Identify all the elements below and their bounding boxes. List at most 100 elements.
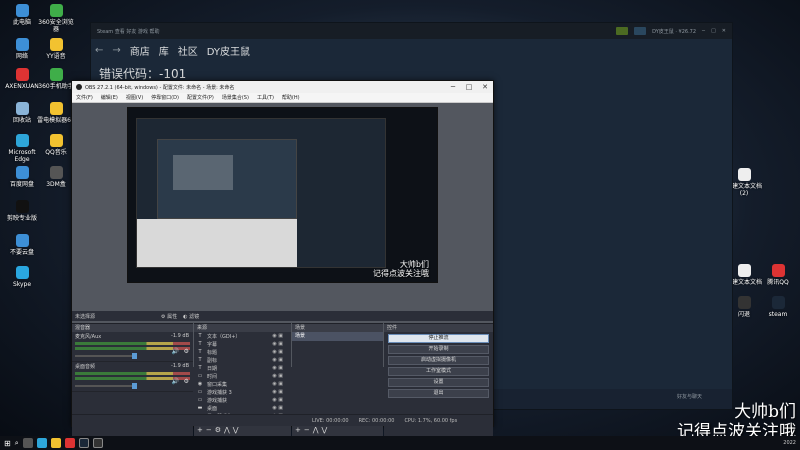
source-item[interactable]: T 字幕 ◉ ▣	[194, 340, 291, 348]
move-up-icon[interactable]: ⋀	[224, 426, 230, 434]
source-item[interactable]: T 副标 ◉ ▣	[194, 356, 291, 364]
source-name: 游戏捕获 3	[207, 389, 232, 396]
speaker-icon[interactable]: 🔊	[172, 378, 179, 385]
desktop-icon[interactable]: 雷电模拟器64	[36, 102, 76, 124]
source-item[interactable]: ▬ 桌面 ◉ ▣	[194, 404, 291, 412]
source-item[interactable]: ◉ 窗口采集 ◉ ▣	[194, 380, 291, 388]
preview-overlay-line2: 记得点波关注哦	[373, 269, 429, 278]
source-item[interactable]: ▭ 游戏捕获 3 ◉ ▣	[194, 388, 291, 396]
menu-help[interactable]: 帮助(H)	[282, 94, 300, 101]
source-item[interactable]: T 文本（GDI+） ◉ ▣	[194, 332, 291, 340]
desktop-icon[interactable]: steam	[758, 296, 798, 318]
settings-button[interactable]: 设置	[388, 378, 489, 387]
visibility-lock-icons[interactable]: ◉ ▣	[272, 365, 283, 371]
source-item[interactable]: ▭ 时间 ◉ ▣	[194, 372, 291, 380]
remove-icon[interactable]: −	[304, 426, 310, 434]
visibility-lock-icons[interactable]: ◉ ▣	[272, 373, 283, 379]
desktop-icon[interactable]: 360安全浏览器	[36, 4, 76, 33]
minimize-icon[interactable]: ─	[702, 28, 705, 34]
source-name: 日期	[207, 365, 218, 372]
scene-item[interactable]: 场景	[292, 332, 383, 341]
volume-meter	[75, 372, 190, 375]
nav-library[interactable]: 库	[159, 43, 169, 58]
maximize-icon[interactable]: □	[711, 28, 716, 34]
move-down-icon[interactable]: ⋁	[322, 426, 328, 434]
source-type-icon: T	[198, 357, 202, 363]
gear-icon[interactable]: ⚙	[184, 348, 189, 355]
source-item[interactable]: T 日期 ◉ ▣	[194, 364, 291, 372]
visibility-lock-icons[interactable]: ◉ ▣	[272, 389, 283, 395]
steam-friends-button[interactable]	[634, 27, 647, 35]
visibility-lock-icons[interactable]: ◉ ▣	[272, 349, 283, 355]
exit-button[interactable]: 退出	[388, 389, 489, 398]
menu-tools[interactable]: 工具(T)	[257, 94, 274, 101]
gear-icon[interactable]: ⚙	[215, 426, 221, 434]
app-icon	[49, 38, 63, 51]
speaker-icon[interactable]: 🔊	[172, 348, 179, 355]
forward-arrow-icon[interactable]: →	[112, 45, 120, 56]
source-item[interactable]: T 标题 ◉ ▣	[194, 348, 291, 356]
volume-slider[interactable]	[75, 353, 137, 359]
menu-file[interactable]: 文件(F)	[76, 94, 93, 101]
nav-community[interactable]: 社区	[178, 43, 198, 58]
close-icon[interactable]: ✕	[477, 83, 493, 91]
desktop-icon[interactable]: 剪映专业版	[2, 200, 42, 222]
steam-taskbar-icon[interactable]	[78, 438, 89, 448]
source-name: 游戏捕获	[207, 397, 228, 404]
desktop-icon[interactable]: 腾讯QQ	[758, 264, 798, 286]
properties-button[interactable]: ⚙ 属性	[161, 313, 177, 320]
start-recording-button[interactable]: 开始录制	[388, 345, 489, 354]
source-item[interactable]: ▭ 游戏捕获 ◉ ▣	[194, 396, 291, 404]
desktop-icon[interactable]: QQ音乐	[36, 134, 76, 156]
studio-mode-button[interactable]: 工作室模式	[388, 367, 489, 376]
stop-streaming-button[interactable]: 停止推流	[388, 334, 489, 343]
tray-clock[interactable]: 2022	[783, 440, 800, 446]
add-icon[interactable]: +	[197, 426, 203, 434]
search-icon[interactable]: ⌕	[15, 439, 19, 448]
explorer-taskbar-icon[interactable]	[50, 438, 61, 448]
back-arrow-icon[interactable]: ←	[95, 45, 103, 56]
visibility-lock-icons[interactable]: ◉ ▣	[272, 333, 283, 339]
maximize-icon[interactable]: □	[461, 83, 477, 91]
menu-profile[interactable]: 配置文件(P)	[187, 94, 214, 101]
menu-edit[interactable]: 编辑(E)	[101, 94, 118, 101]
minimize-icon[interactable]: ─	[445, 83, 461, 91]
visibility-lock-icons[interactable]: ◉ ▣	[272, 341, 283, 347]
steam-notification-button[interactable]	[616, 27, 629, 35]
start-windows-icon[interactable]: ⊞	[4, 439, 11, 448]
desktop-icon[interactable]: YY语音	[36, 38, 76, 60]
visibility-lock-icons[interactable]: ◉ ▣	[272, 357, 283, 363]
move-down-icon[interactable]: ⋁	[233, 426, 239, 434]
task-view-icon[interactable]	[22, 438, 33, 448]
volume-slider[interactable]	[75, 383, 137, 389]
steam-user-menu[interactable]: DY皮王鼠 · ¥26.72	[652, 28, 696, 35]
filters-button[interactable]: ◐ 滤镜	[183, 313, 199, 320]
preview-overlay-line1: 大帅b们	[399, 260, 429, 269]
obs-taskbar-icon[interactable]	[92, 438, 103, 448]
desktop-icon[interactable]: 3DM盒	[36, 166, 76, 188]
add-icon[interactable]: +	[295, 426, 301, 434]
menu-docks[interactable]: 停靠窗口(D)	[151, 94, 179, 101]
nav-profile[interactable]: DY皮王鼠	[207, 43, 250, 58]
app-taskbar-icon[interactable]	[64, 438, 75, 448]
desktop-icon[interactable]: 不要云盘	[2, 234, 42, 256]
edge-taskbar-icon[interactable]	[36, 438, 47, 448]
nav-store[interactable]: 商店	[130, 43, 150, 58]
gear-icon[interactable]: ⚙	[184, 378, 189, 385]
visibility-lock-icons[interactable]: ◉ ▣	[272, 397, 283, 403]
stream-preview[interactable]: 大帅b们 记得点波关注哦	[127, 107, 438, 283]
close-icon[interactable]: ✕	[722, 28, 726, 34]
steam-menu[interactable]: Steam 查看 好友 游戏 帮助	[97, 28, 160, 35]
volume-slider-knob[interactable]	[132, 353, 137, 359]
friends-chat-button[interactable]: 好友与聊天	[677, 393, 702, 400]
start-virtual-camera-button[interactable]: 启动虚拟摄像机	[388, 356, 489, 365]
visibility-lock-icons[interactable]: ◉ ▣	[272, 405, 283, 411]
visibility-lock-icons[interactable]: ◉ ▣	[272, 381, 283, 387]
remove-icon[interactable]: −	[206, 426, 212, 434]
volume-slider-knob[interactable]	[132, 383, 137, 389]
desktop-icon[interactable]: Skype	[2, 266, 42, 288]
move-up-icon[interactable]: ⋀	[313, 426, 319, 434]
menu-scene-collection[interactable]: 场景集合(S)	[222, 94, 249, 101]
menu-view[interactable]: 视图(V)	[126, 94, 143, 101]
desktop-icon[interactable]: 360手机助手	[36, 68, 76, 90]
